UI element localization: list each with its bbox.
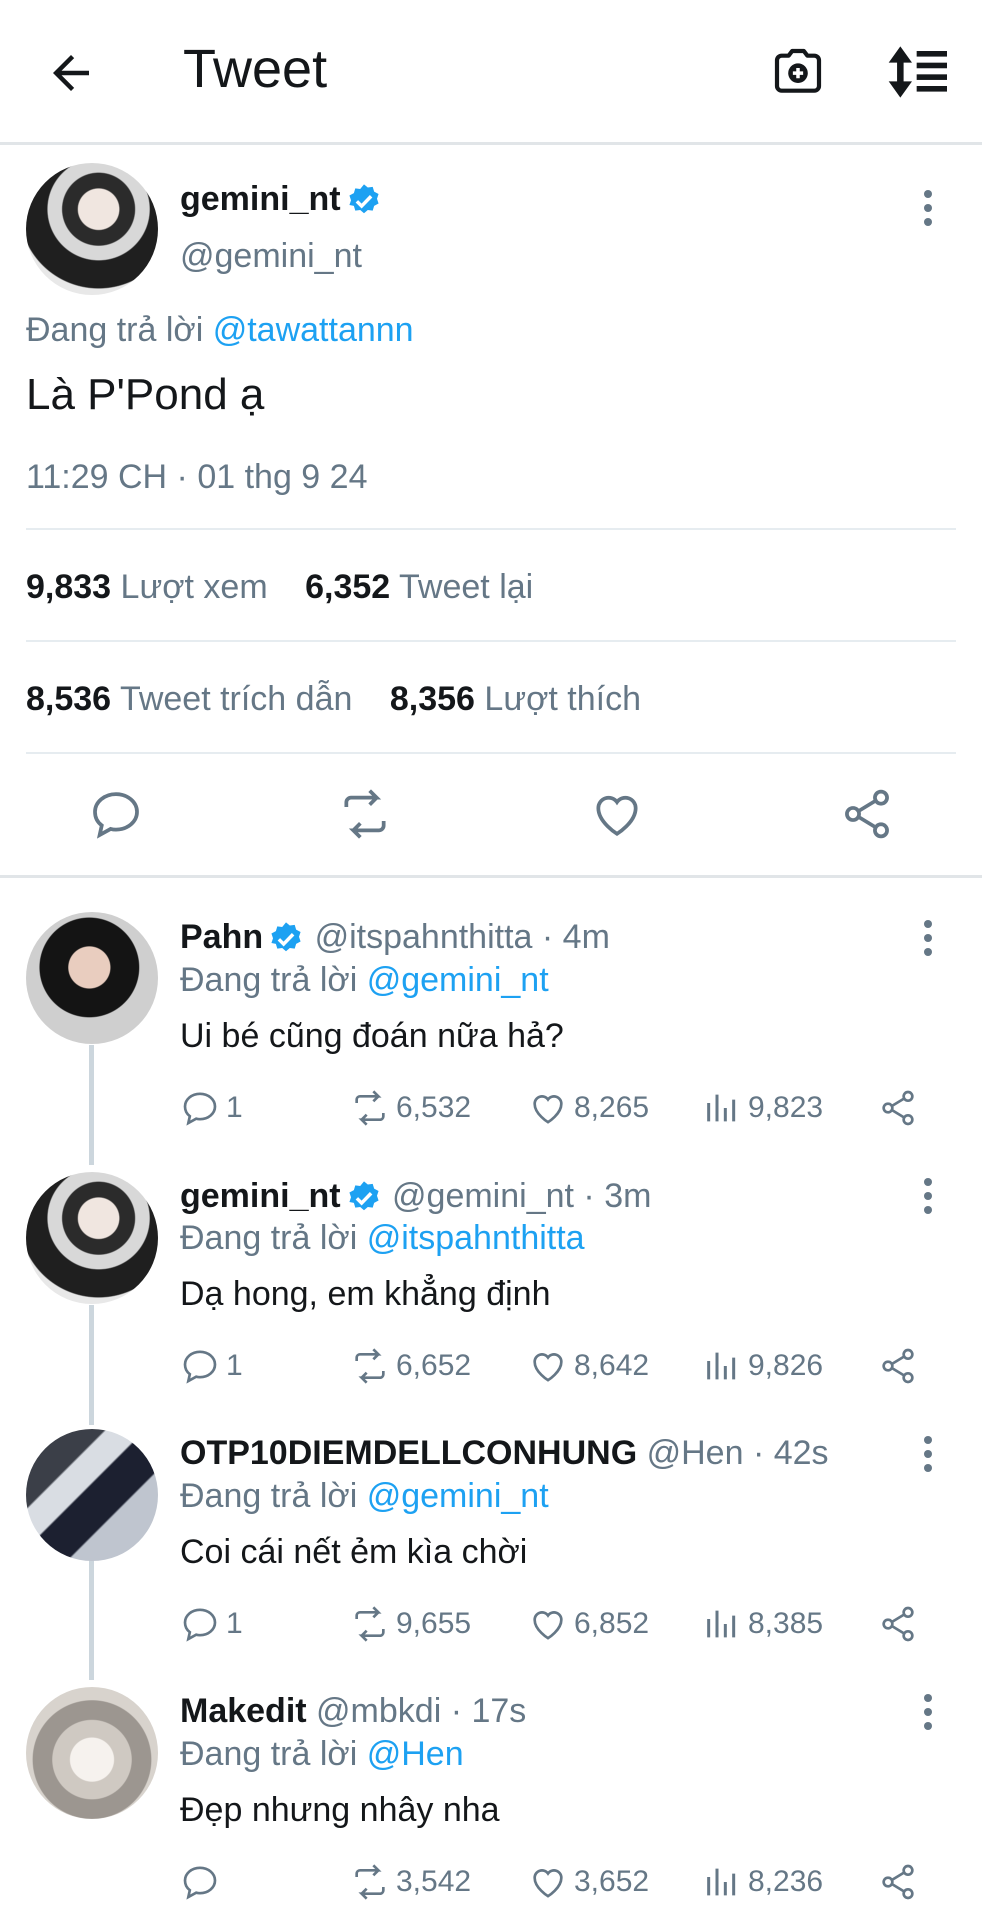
verified-badge-icon (271, 922, 301, 952)
reply-count[interactable]: 1 (180, 1346, 243, 1386)
like-count[interactable]: 8,642 (528, 1346, 649, 1386)
reply-actions: 1 9,655 6,852 8,385 (180, 1604, 940, 1644)
share-button[interactable] (878, 1862, 924, 1902)
share-icon (882, 1348, 914, 1384)
like-icon (533, 1095, 563, 1124)
reply-text: Đẹp nhưng nhây nha (180, 1791, 500, 1829)
reply-icon (183, 1350, 217, 1384)
reply-icon (183, 1608, 217, 1642)
analytics-icon (707, 1352, 736, 1380)
view-count[interactable]: 9,823 (702, 1088, 823, 1128)
analytics-icon (707, 1868, 736, 1896)
quotes-stat[interactable]: 8,536 Tweet trích dẫn (26, 680, 352, 718)
share-button[interactable] (878, 1604, 924, 1644)
like-icon (533, 1869, 563, 1898)
thread-line (89, 1560, 94, 1680)
verified-badge-icon (349, 184, 379, 214)
camera-add-icon[interactable] (770, 44, 826, 100)
more-options-icon[interactable] (921, 920, 935, 960)
likes-stat[interactable]: 8,356 Lượt thích (390, 680, 641, 718)
tweet-text: Là P'Pond ạ (26, 370, 265, 419)
like-icon (533, 1353, 563, 1382)
reply-actions: 3,542 3,652 8,236 (180, 1862, 940, 1902)
more-options-icon[interactable] (921, 1178, 935, 1218)
more-options-icon[interactable] (921, 1694, 935, 1734)
reply-actions: 1 6,652 8,642 9,826 (180, 1346, 940, 1386)
avatar[interactable] (26, 1429, 158, 1561)
top-bar: Tweet (0, 0, 982, 145)
replying-to-link[interactable]: @tawattannn (213, 311, 414, 349)
replying-to: Đang trả lời @gemini_nt (180, 1477, 549, 1515)
reply-icon (183, 1092, 217, 1126)
reply-header[interactable]: OTP10DIEMDELLCONHUNG @Hen · 42s (180, 1434, 829, 1473)
stats-row-2: 8,536 Tweet trích dẫn 8,356 Lượt thích (26, 680, 641, 719)
retweet-count[interactable]: 9,655 (350, 1604, 471, 1644)
more-options-icon[interactable] (921, 1436, 935, 1476)
analytics-icon (707, 1094, 736, 1122)
retweet-count[interactable]: 6,532 (350, 1088, 471, 1128)
thread-line (89, 1045, 94, 1165)
views-stat[interactable]: 9,833 Lượt xem (26, 568, 268, 606)
view-count[interactable]: 9,826 (702, 1346, 823, 1386)
retweet-count[interactable]: 3,542 (350, 1862, 471, 1902)
analytics-icon (707, 1610, 736, 1638)
avatar[interactable] (26, 163, 158, 295)
retweet-icon (355, 1864, 385, 1900)
avatar[interactable] (26, 912, 158, 1044)
divider (26, 752, 956, 754)
divider (26, 640, 956, 642)
share-icon (882, 1864, 914, 1900)
replying-to: Đang trả lời @Hen (180, 1735, 464, 1773)
reply-text: Dạ hong, em khẳng định (180, 1275, 551, 1313)
replying-to: Đang trả lời @tawattannn (26, 311, 414, 349)
reply-text: Coi cái nết ẻm kìa chời (180, 1533, 528, 1571)
like-icon (533, 1611, 563, 1640)
retweet-icon (355, 1606, 385, 1642)
display-name: gemini_nt (180, 180, 341, 218)
divider (26, 528, 956, 530)
reply-count[interactable]: 1 (180, 1604, 243, 1644)
like-count[interactable]: 8,265 (528, 1088, 649, 1128)
tweet-timestamp: 11:29 CH · 01 thg 9 24 (26, 458, 368, 496)
reply-header[interactable]: Makedit @mbkdi · 17s (180, 1692, 526, 1731)
reply-count[interactable] (180, 1862, 226, 1902)
reply-icon[interactable] (88, 786, 144, 842)
more-options-icon[interactable] (921, 190, 935, 230)
reply-header[interactable]: Pahn @itspahnthitta · 4m (180, 918, 610, 958)
avatar[interactable] (26, 1687, 158, 1819)
retweet-icon (355, 1348, 385, 1384)
reply-text: Ui bé cũng đoán nữa hả? (180, 1017, 564, 1055)
share-icon[interactable] (839, 786, 895, 842)
like-count[interactable]: 6,852 (528, 1604, 649, 1644)
share-button[interactable] (878, 1346, 924, 1386)
replying-to: Đang trả lời @gemini_nt (180, 961, 549, 999)
share-icon (882, 1090, 914, 1126)
share-icon (882, 1606, 914, 1642)
back-arrow-icon[interactable] (44, 46, 98, 100)
share-button[interactable] (878, 1088, 924, 1128)
page-title: Tweet (183, 39, 328, 99)
like-icon[interactable] (589, 786, 645, 842)
retweet-icon (355, 1090, 385, 1126)
avatar[interactable] (26, 1172, 158, 1304)
reply-actions: 1 6,532 8,265 9,823 (180, 1088, 940, 1128)
reply-icon (183, 1866, 217, 1900)
divider (0, 875, 982, 878)
reply-count[interactable]: 1 (180, 1088, 243, 1128)
like-count[interactable]: 3,652 (528, 1862, 649, 1902)
stats-row-1: 9,833 Lượt xem 6,352 Tweet lại (26, 568, 533, 607)
author-name-row[interactable]: gemini_nt (180, 180, 383, 220)
retweet-count[interactable]: 6,652 (350, 1346, 471, 1386)
replying-to: Đang trả lời @itspahnthitta (180, 1219, 585, 1257)
thread-line (89, 1305, 94, 1425)
author-handle[interactable]: @gemini_nt (180, 237, 362, 276)
tweet-actions (0, 786, 982, 842)
sort-icon[interactable] (888, 44, 950, 100)
retweets-stat[interactable]: 6,352 Tweet lại (305, 568, 533, 606)
verified-badge-icon (349, 1181, 379, 1211)
reply-header[interactable]: gemini_nt @gemini_nt · 3m (180, 1177, 651, 1217)
view-count[interactable]: 8,236 (702, 1862, 823, 1902)
retweet-icon[interactable] (337, 786, 393, 842)
view-count[interactable]: 8,385 (702, 1604, 823, 1644)
